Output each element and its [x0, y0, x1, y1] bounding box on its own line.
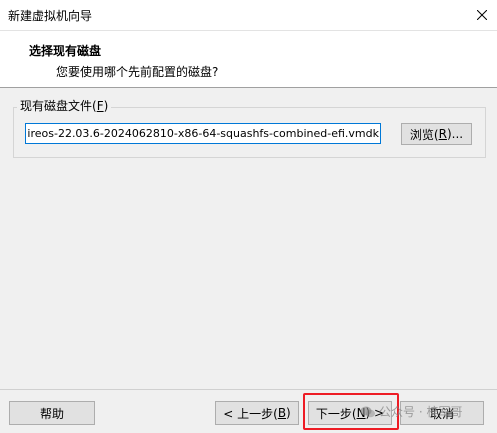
wizard-header: 选择现有磁盘 您要使用哪个先前配置的磁盘? [0, 31, 497, 88]
page-title: 选择现有磁盘 [29, 44, 102, 58]
next-button[interactable]: 下一步(N) > [308, 401, 392, 425]
help-button[interactable]: 帮助 [9, 401, 95, 425]
close-icon [477, 10, 487, 20]
title-bar: 新建虚拟机向导 [0, 0, 497, 31]
footer-divider [0, 389, 497, 390]
page-subtitle: 您要使用哪个先前配置的磁盘? [56, 65, 219, 79]
browse-button[interactable]: 浏览(R)... [401, 123, 472, 145]
window-title: 新建虚拟机向导 [8, 9, 93, 23]
cancel-button[interactable]: 取消 [400, 401, 484, 425]
close-button[interactable] [467, 0, 497, 30]
disk-file-path-text: ireos-22.03.6-2024062810-x86-64-squashfs… [27, 127, 379, 140]
disk-file-path-input[interactable]: ireos-22.03.6-2024062810-x86-64-squashfs… [25, 123, 381, 144]
back-button[interactable]: < 上一步(B) [215, 401, 299, 425]
label-accesskey: F [96, 99, 104, 113]
disk-file-group-label: 现有磁盘文件(F) [17, 99, 112, 113]
